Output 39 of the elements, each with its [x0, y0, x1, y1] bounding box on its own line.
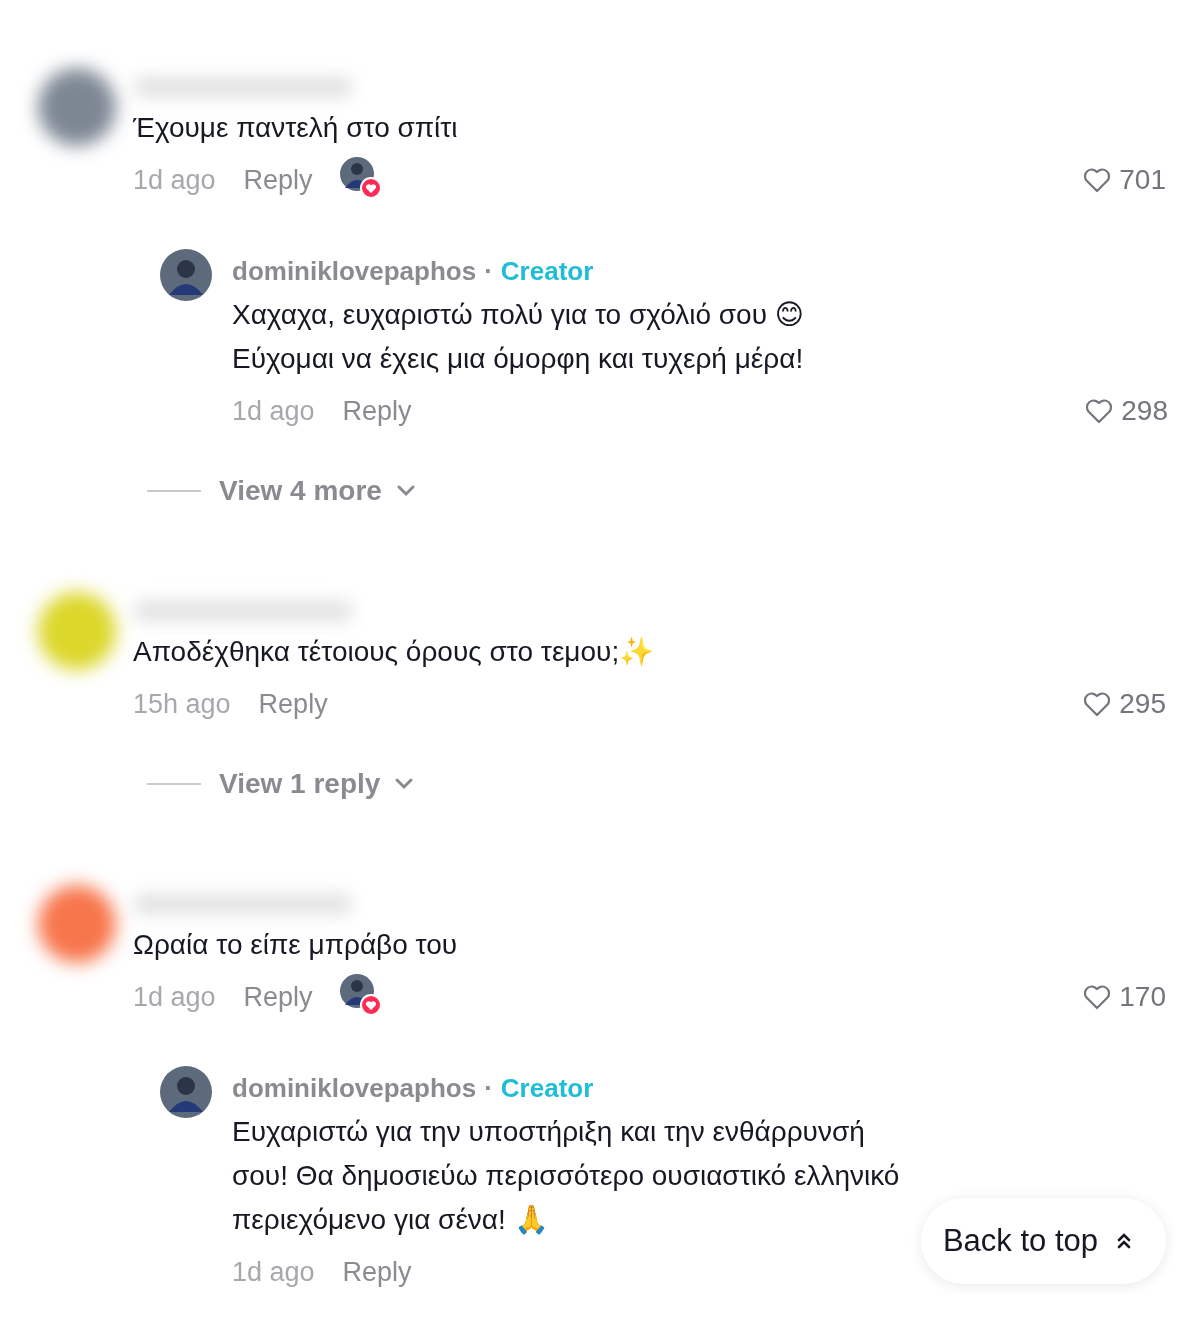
comment-text: Ωραία το είπε μπράβο του [133, 928, 458, 962]
comment-time: 1d ago [133, 981, 216, 1013]
creator-label: Creator [500, 255, 594, 287]
reply-link[interactable]: Reply [243, 981, 313, 1013]
comment-time: 1d ago [232, 1256, 315, 1288]
view-replies-button[interactable]: View 1 reply [219, 768, 415, 800]
heart-icon [1083, 167, 1112, 193]
like-button[interactable]: 298 [1085, 395, 1168, 427]
chevron-down-icon [394, 777, 415, 791]
heart-icon [1083, 984, 1112, 1010]
like-button[interactable]: 295 [1083, 688, 1166, 720]
comment-text: Αποδέχθηκα τέτοιους όρους στο τεμου;✨ [133, 635, 655, 669]
like-button[interactable]: 170 [1083, 981, 1166, 1013]
reply-link[interactable]: Reply [342, 395, 412, 427]
heart-icon [1083, 691, 1112, 717]
back-to-top-button[interactable]: Back to top [920, 1198, 1166, 1284]
like-button[interactable]: 701 [1083, 164, 1166, 196]
reply-author[interactable]: dominiklovepaphos [232, 1072, 477, 1104]
comment-text: Έχουμε παντελή στο σπίτι [133, 111, 458, 145]
reply-link[interactable]: Reply [342, 1256, 412, 1288]
avatar[interactable] [160, 249, 212, 301]
reply-link[interactable]: Reply [243, 164, 313, 196]
reply-author[interactable]: dominiklovepaphos [232, 255, 477, 287]
creator-like-badge [338, 156, 383, 200]
creator-like-badge [338, 973, 383, 1017]
separator-dot: · [484, 255, 493, 287]
reply-text: Ευχαριστώ για την υποστήριξη και την ενθάρρυνσή σου! Θα δημοσιεύω περισσότερο ουσιαστικό ελληνικό περιεχόμενο για σένα! 🙏 [232, 1115, 900, 1237]
double-chevron-up-icon [1116, 1231, 1132, 1251]
comment-time: 1d ago [133, 164, 216, 196]
reply-link[interactable]: Reply [258, 688, 328, 720]
view-replies-button[interactable]: View 4 more [219, 475, 416, 507]
avatar[interactable] [160, 1066, 212, 1118]
chevron-down-icon [395, 484, 416, 498]
comment-time: 15h ago [133, 688, 231, 720]
heart-icon [1085, 398, 1114, 424]
comment-time: 1d ago [232, 395, 315, 427]
creator-label: Creator [500, 1072, 594, 1104]
separator-dot: · [484, 1072, 493, 1104]
reply-text: Χαχαχα, ευχαριστώ πολύ για το σχόλιό σου 😊 Εύχομαι να έχεις μια όμορφη και τυχερή μέρα! [232, 298, 804, 376]
